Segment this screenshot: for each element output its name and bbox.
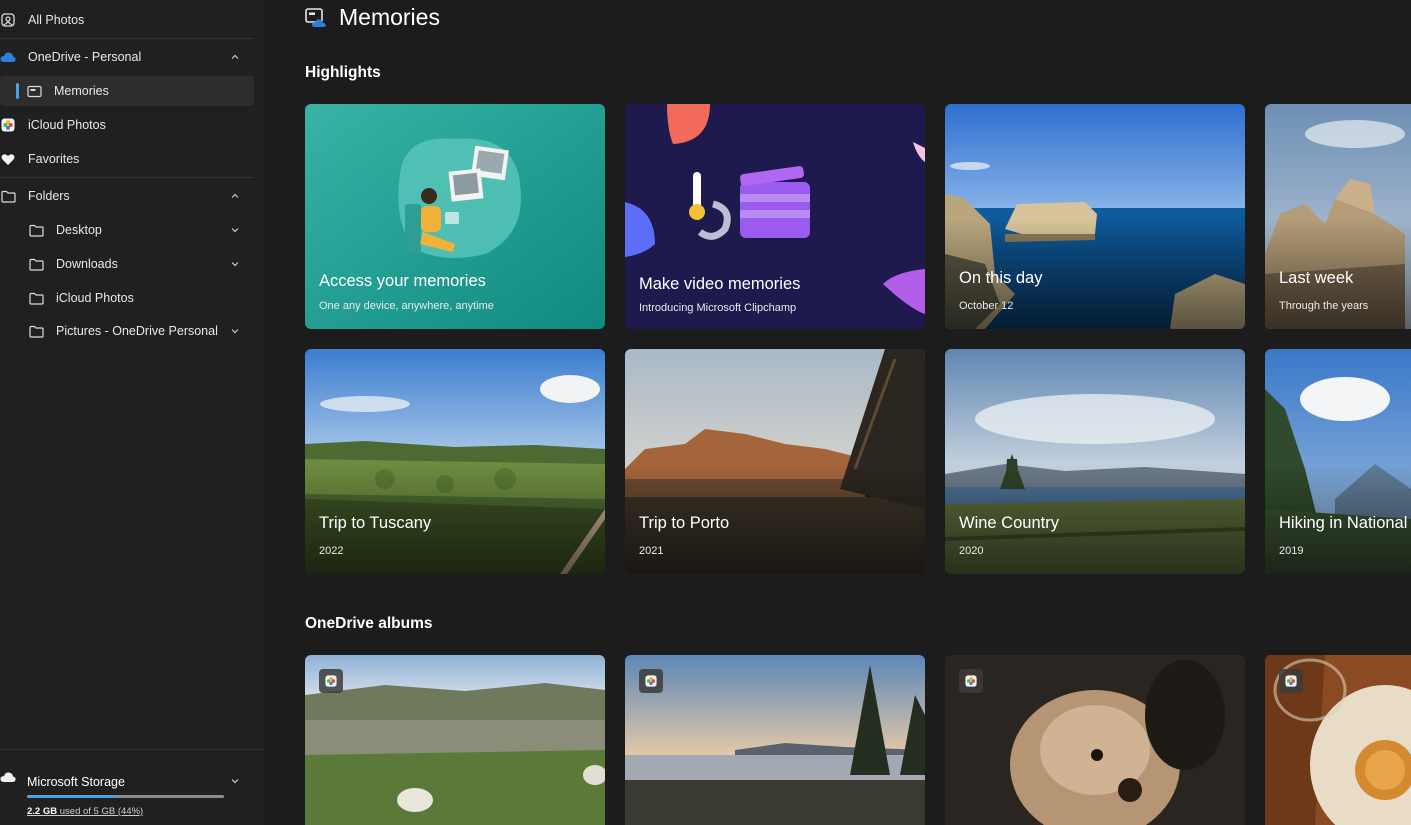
- card-title: Trip to Porto: [639, 514, 730, 532]
- album-card[interactable]: [305, 655, 605, 825]
- icloud-album-badge: [1279, 669, 1303, 693]
- storage-usage-link[interactable]: 2.2 GB used of 5 GB (44%): [27, 806, 143, 817]
- divider: [0, 177, 254, 178]
- chevron-up-icon[interactable]: [228, 189, 242, 203]
- sidebar-item-label: Pictures - OneDrive Personal: [56, 324, 218, 338]
- highlight-card-access-memories[interactable]: Access your memories One any device, any…: [305, 104, 605, 329]
- page-title-text: Memories: [339, 4, 440, 30]
- icloud-photos-icon: [0, 117, 16, 133]
- storage-used: 2.2 GB: [27, 806, 58, 817]
- card-title: Last week: [1279, 269, 1354, 287]
- card-subtitle: October 12: [959, 300, 1014, 312]
- section-title-onedrive-albums: OneDrive albums: [305, 615, 433, 632]
- sidebar: All Photos OneDrive - Personal Memories …: [0, 0, 264, 825]
- sidebar-item-downloads[interactable]: Downloads: [0, 249, 254, 279]
- section-title-highlights: Highlights: [305, 64, 381, 81]
- folder-icon: [28, 256, 44, 272]
- folder-icon: [28, 222, 44, 238]
- main-content: Memories Highlights Access your memories…: [265, 0, 1411, 825]
- page-title: Memories: [305, 4, 440, 31]
- folder-icon: [28, 290, 44, 306]
- all-photos-icon: [0, 12, 16, 28]
- selection-indicator: [16, 83, 19, 99]
- sidebar-item-label: OneDrive - Personal: [28, 50, 142, 64]
- icloud-album-badge: [319, 669, 343, 693]
- storage-title: Microsoft Storage: [27, 775, 125, 789]
- storage-progress-fill: [27, 795, 114, 798]
- card-subtitle: Through the years: [1279, 300, 1369, 312]
- highlight-card-last-week[interactable]: Last week Through the years: [1265, 104, 1411, 329]
- album-card[interactable]: [1265, 655, 1411, 825]
- icloud-photos-icon: [325, 675, 337, 687]
- card-subtitle: 2022: [319, 545, 344, 557]
- album-card[interactable]: [945, 655, 1245, 825]
- sidebar-item-label: Downloads: [56, 257, 118, 271]
- sidebar-item-memories[interactable]: Memories: [0, 76, 254, 106]
- storage-panel[interactable]: Microsoft Storage 2.2 GB used of 5 GB (4…: [0, 749, 264, 825]
- icloud-photos-icon: [1285, 675, 1297, 687]
- sidebar-item-pictures-onedrive[interactable]: Pictures - OneDrive Personal: [0, 316, 254, 346]
- photo-lake-sunset: [625, 655, 925, 825]
- sidebar-item-label: iCloud Photos: [28, 118, 106, 132]
- album-card[interactable]: [625, 655, 925, 825]
- icloud-photos-icon: [645, 675, 657, 687]
- chevron-down-icon[interactable]: [228, 324, 242, 338]
- sidebar-item-folders[interactable]: Folders: [0, 181, 254, 211]
- divider: [0, 38, 254, 39]
- sidebar-item-onedrive-personal[interactable]: OneDrive - Personal: [0, 42, 254, 72]
- sidebar-item-desktop[interactable]: Desktop: [0, 215, 254, 245]
- sidebar-item-label: Memories: [54, 84, 109, 98]
- sidebar-item-favorites[interactable]: Favorites: [0, 144, 254, 174]
- illustration-clipchamp: [625, 104, 925, 329]
- card-subtitle: 2020: [959, 545, 984, 557]
- chevron-up-icon[interactable]: [228, 50, 242, 64]
- highlight-card-video-memories[interactable]: Make video memories Introducing Microsof…: [625, 104, 925, 329]
- memories-icon: [26, 83, 42, 99]
- sidebar-item-all-photos[interactable]: All Photos: [0, 5, 254, 35]
- heart-icon: [0, 151, 16, 167]
- card-title: On this day: [959, 269, 1043, 287]
- cloud-icon: [0, 770, 16, 788]
- card-subtitle: Introducing Microsoft Clipchamp: [639, 302, 797, 314]
- highlight-card-trip-tuscany[interactable]: Trip to Tuscany 2022: [305, 349, 605, 574]
- sidebar-item-icloud-photos[interactable]: iCloud Photos: [0, 110, 254, 140]
- storage-progress-bar: [27, 795, 224, 798]
- card-title: Access your memories: [319, 272, 486, 290]
- chevron-down-icon[interactable]: [228, 257, 242, 271]
- illustration-person-photos: [305, 104, 605, 329]
- highlight-card-trip-porto[interactable]: Trip to Porto 2021: [625, 349, 925, 574]
- sidebar-item-label: Folders: [28, 189, 70, 203]
- sidebar-item-label: All Photos: [28, 13, 85, 27]
- card-subtitle: 2021: [639, 545, 664, 557]
- icloud-photos-icon: [965, 675, 977, 687]
- icloud-album-badge: [959, 669, 983, 693]
- sidebar-item-icloud-photos-folder[interactable]: iCloud Photos: [0, 283, 254, 313]
- card-title: Make video memories: [639, 275, 801, 293]
- sidebar-item-label: Desktop: [56, 223, 102, 237]
- sidebar-item-label: iCloud Photos: [56, 291, 134, 305]
- highlight-card-hiking-national[interactable]: Hiking in National 2019: [1265, 349, 1411, 574]
- card-title: Trip to Tuscany: [319, 514, 432, 532]
- icloud-album-badge: [639, 669, 663, 693]
- photo-field-sheep: [305, 655, 605, 825]
- photo-dog: [945, 655, 1245, 825]
- card-subtitle: One any device, anywhere, anytime: [319, 300, 494, 312]
- storage-usage-rest: used of 5 GB (44%): [57, 806, 144, 817]
- sidebar-item-label: Favorites: [28, 152, 80, 166]
- onedrive-cloud-icon: [0, 49, 16, 65]
- card-title: Wine Country: [959, 514, 1059, 532]
- chevron-down-icon[interactable]: [228, 774, 242, 793]
- folder-icon: [28, 323, 44, 339]
- highlight-card-wine-country[interactable]: Wine Country 2020: [945, 349, 1245, 574]
- card-subtitle: 2019: [1279, 545, 1304, 557]
- highlight-card-on-this-day[interactable]: On this day October 12: [945, 104, 1245, 329]
- memories-onedrive-icon: [305, 7, 329, 29]
- chevron-down-icon[interactable]: [228, 223, 242, 237]
- card-title: Hiking in National: [1279, 514, 1408, 532]
- folder-icon: [0, 188, 16, 204]
